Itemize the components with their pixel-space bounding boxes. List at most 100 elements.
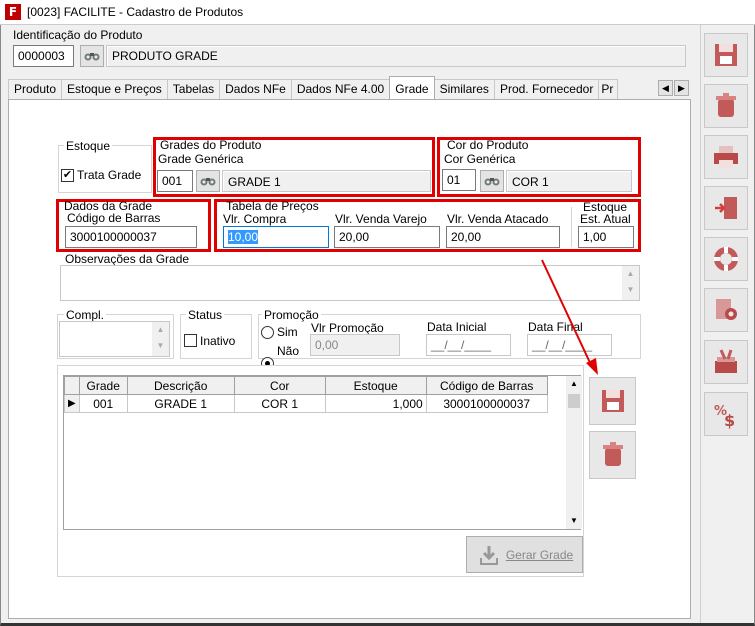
tools-button[interactable] [704,340,748,384]
grade-search-button[interactable] [196,170,220,192]
scroll-down-icon[interactable]: ▼ [622,282,639,298]
cor-generica-label: Cor Genérica [444,152,516,166]
cell-cor[interactable]: COR 1 [233,394,326,413]
vlr-compra-label: Vlr. Compra [223,212,287,226]
scroll-down-icon[interactable]: ▼ [566,513,582,529]
col-header-codigo-barras[interactable]: Código de Barras [425,376,548,395]
tab-dados-nfe[interactable]: Dados NFe [219,79,292,99]
trash-icon [716,93,736,117]
identificacao-label: Identificação do Produto [13,28,143,42]
exit-button[interactable] [704,186,748,230]
cell-descricao[interactable]: GRADE 1 [126,394,235,413]
data-inicial-label: Data Inicial [427,320,487,334]
observacoes-label: Observações da Grade [65,252,190,266]
tab-prod-fornecedor[interactable]: Prod. Fornecedor [493,79,600,99]
table-row[interactable]: ▶ 001 GRADE 1 COR 1 1,000 3000100000037 [64,394,548,413]
col-header-estoque[interactable]: Estoque [324,376,427,395]
codigo-barras-label: Código de Barras [67,211,161,225]
binoculars-icon [484,178,500,186]
vlr-varejo-field[interactable]: 20,00 [334,226,440,248]
inativo-checkbox[interactable] [184,334,197,347]
floppy-save-icon [715,44,737,66]
tab-grade[interactable]: Grade [389,76,435,99]
delete-button[interactable] [704,84,748,128]
product-search-button[interactable] [80,45,104,67]
app-icon: F [5,4,21,20]
gerar-grade-label: Gerar Grade [505,547,574,562]
data-inicial-field[interactable]: __/__/____ [426,334,511,356]
cell-estoque[interactable]: 1,000 [324,394,427,413]
cor-produto-label: Cor do Produto [447,138,529,152]
settings-button[interactable] [704,288,748,332]
grade-table-container: Grade Descrição Cor Estoque Código de Ba… [63,375,581,530]
promocao-sim-label: Sim [277,325,298,339]
product-code-field[interactable]: 0000003 [13,45,74,67]
tab-truncated[interactable]: Pr [598,79,619,99]
tab-similares[interactable]: Similares [433,79,495,99]
trata-grade-label: Trata Grade [77,168,142,182]
vlr-compra-field[interactable]: 10,00 [223,226,329,248]
est-atual-field[interactable]: 1,00 [578,226,634,248]
gerar-grade-button[interactable]: Gerar Grade [466,536,583,573]
col-header-cor[interactable]: Cor [233,376,326,395]
vlr-atacado-label: Vlr. Venda Atacado [447,212,549,226]
grades-produto-label: Grades do Produto [160,138,262,152]
vlr-varejo-label: Vlr. Venda Varejo [335,212,427,226]
printer-icon [714,146,738,168]
help-button[interactable] [704,237,748,281]
binoculars-icon [200,178,216,186]
est-atual-label: Est. Atual [580,212,631,226]
observacoes-scrollbar[interactable]: ▲ ▼ [622,266,639,300]
promocao-sim-radio[interactable] [261,326,274,339]
pricing-button[interactable]: % $ [704,392,748,436]
svg-text:$: $ [724,411,735,429]
col-header-grade[interactable]: Grade [78,376,128,395]
save-button[interactable] [704,33,748,77]
cor-code-field[interactable]: 01 [442,169,476,191]
vlr-promocao-label: Vlr Promoção [311,321,384,335]
estoque-group-label: Estoque [64,139,113,153]
scroll-up-icon[interactable]: ▲ [152,322,169,338]
save-grade-button[interactable] [589,377,636,425]
promocao-nao-label: Não [277,344,300,358]
grade-generica-label: Grade Genérica [158,152,244,166]
cell-grade[interactable]: 001 [78,394,128,413]
tab-estoque-precos[interactable]: Estoque e Preços [61,79,168,99]
cor-search-button[interactable] [480,170,504,192]
cor-name-display: COR 1 [506,170,632,192]
delete-grade-button[interactable] [589,431,636,479]
percent-dollar-icon: %$ [714,404,735,429]
grade-table-scrollbar[interactable]: ▲ ▼ [566,376,582,529]
tabela-precos-label: Tabela de Preços [226,199,319,213]
cell-codigo-barras[interactable]: 3000100000037 [425,394,548,413]
promocao-label: Promoção [262,308,321,322]
tab-scroll-right-icon[interactable]: ▶ [674,80,689,96]
status-label: Status [186,308,225,322]
divider [571,207,572,247]
grade-name-display: GRADE 1 [222,170,431,192]
gear-documents-icon [716,299,737,320]
scroll-up-icon[interactable]: ▲ [622,266,639,282]
tab-tabelas[interactable]: Tabelas [166,79,221,99]
print-button[interactable] [704,135,748,179]
vlr-promocao-field[interactable]: 0,00 [310,334,400,356]
trash-icon [602,442,623,466]
floppy-save-icon [601,390,624,412]
toolbox-icon [715,349,737,373]
vlr-atacado-field[interactable]: 20,00 [446,226,560,248]
grade-code-field[interactable]: 001 [157,170,193,192]
window-title: [0023] FACILITE - Cadastro de Produtos [27,5,244,19]
lifebuoy-icon [714,247,738,271]
tab-bar: Produto Estoque e Preços Tabelas Dados N… [8,76,619,99]
row-pointer-icon: ▶ [64,394,80,413]
product-name-display: PRODUTO GRADE [106,45,686,67]
codigo-barras-field[interactable]: 3000100000037 [65,226,197,248]
compl-scrollbar[interactable]: ▲ ▼ [152,322,169,356]
trata-grade-checkbox[interactable]: ✔ [61,169,74,182]
tab-scroll-left-icon[interactable]: ◀ [658,80,673,96]
scroll-thumb[interactable] [568,394,580,408]
tab-produto[interactable]: Produto [8,79,63,99]
tab-dados-nfe-400[interactable]: Dados NFe 4.00 [290,79,391,99]
col-header-descricao[interactable]: Descrição [126,376,235,395]
scroll-down-icon[interactable]: ▼ [152,338,169,354]
